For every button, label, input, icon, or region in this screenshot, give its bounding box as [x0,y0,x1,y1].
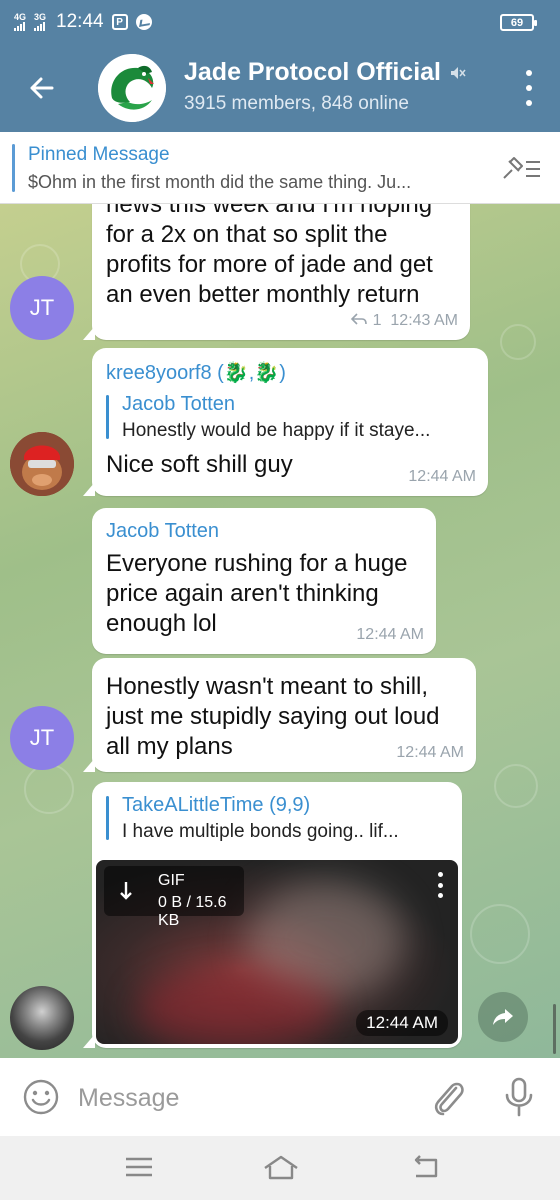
reply-quote[interactable]: Jacob Totten Honestly would be happy if … [106,393,472,442]
chat-header: Jade Protocol Official 3915 members, 848… [0,44,560,132]
gif-size: 0 B / 15.6 KB [158,894,227,929]
system-navigation-bar [0,1136,560,1200]
ape-avatar-icon [10,432,74,496]
pinned-text: $Ohm in the first month did the same thi… [28,172,412,192]
wallpaper-doodle [24,764,74,814]
reply-author: Jacob Totten [122,393,236,415]
clock: 12:44 [56,11,104,32]
pinned-message-bar[interactable]: Pinned Message $Ohm in the first month d… [0,132,560,204]
pin-list-icon[interactable] [500,152,544,184]
avatar[interactable] [10,432,74,496]
media-menu-icon[interactable] [436,872,444,898]
message-line: Honestly wasn't meant to shill, [106,673,429,700]
message-line: profits for more of jade and get [106,251,433,278]
signal-3g-icon: 3G [34,13,46,31]
message-time: 12:44 AM [356,1010,448,1036]
reply-snippet: I have multiple bonds going.. lif... [122,821,399,842]
message-time: 12:44 AM [408,468,476,485]
pinned-indicator [12,144,15,192]
status-bar: 4G 3G 12:44 P 69 [0,0,560,44]
avatar[interactable]: JT [10,276,74,340]
message-line: price again aren't thinking [106,580,379,607]
jade-dragon-logo-icon [98,54,166,122]
reply-snippet: Honestly would be happy if it staye... [122,420,431,441]
avatar[interactable]: JT [10,706,74,770]
gif-label: GIF [158,872,185,889]
more-options-icon[interactable] [524,70,534,106]
notification-p-icon: P [111,14,128,30]
avatar[interactable] [10,986,74,1050]
chat-area[interactable]: news this week and I'm hoping for a 2x o… [0,204,560,1058]
message-bubble[interactable]: news this week and I'm hoping for a 2x o… [83,204,470,340]
microphone-icon[interactable] [502,1076,536,1118]
message-composer [0,1058,560,1136]
reply-quote[interactable]: TakeALittleTime (9,9) I have multiple bo… [106,794,446,843]
gif-download-badge[interactable]: GIF 0 B / 15.6 KB [104,866,244,929]
sender-name[interactable]: TakeALittleTime (9,9) [122,794,446,817]
message-bubble[interactable]: Honestly wasn't meant to shill, just me … [83,658,476,772]
recent-apps-icon[interactable] [124,1156,154,1178]
muted-speaker-icon [451,66,466,79]
home-icon[interactable] [262,1152,300,1182]
battery-icon: 69 [500,14,537,31]
attach-paperclip-icon[interactable] [428,1076,468,1118]
message-bubble[interactable]: kree8yoorf8 (🐉,🐉) Jacob Totten Honestly … [83,348,488,496]
message-bubble[interactable]: Jacob Totten Everyone rushing for a huge… [92,508,436,654]
emoji-icon[interactable] [22,1078,60,1116]
wallpaper-doodle [500,324,536,360]
message-bubble[interactable]: TakeALittleTime (9,9) I have multiple bo… [83,782,462,1048]
sender-name[interactable]: kree8yoorf8 (🐉,🐉) [106,360,472,385]
share-button[interactable] [478,992,528,1042]
message-line: for a 2x on that so split the [106,221,388,248]
gif-media[interactable]: GIF 0 B / 15.6 KB 12:44 AM [96,860,458,1044]
message-time: 12:44 AM [396,744,464,761]
message-time: 12:43 AM [390,312,458,329]
messenger-icon [135,14,152,30]
back-arrow-icon[interactable] [22,68,62,108]
reply-count: 1 [372,312,382,329]
message-line: just me stupidly saying out loud [106,703,440,730]
wallpaper-doodle [470,904,530,964]
message-line: Everyone rushing for a huge [106,550,408,577]
reply-arrow-icon [351,313,367,325]
message-input[interactable] [78,1080,398,1116]
channel-avatar[interactable] [98,54,166,122]
channel-title[interactable]: Jade Protocol Official [184,58,467,87]
message-meta: 1 12:43 AM [350,312,458,330]
members-count: 3915 members, 848 online [184,93,409,114]
wallpaper-doodle [494,764,538,808]
scrollbar[interactable] [553,1004,556,1054]
pinned-title: Pinned Message [28,144,170,165]
message-line: an even better monthly return [106,281,420,308]
message-line: all my plans [106,733,233,760]
sender-name[interactable]: Jacob Totten [106,520,408,543]
back-nav-icon[interactable] [410,1154,442,1182]
share-arrow-icon [493,1009,513,1025]
download-arrow-icon [120,882,132,900]
message-time: 12:44 AM [356,626,424,643]
message-line: news this week and I'm hoping [106,204,433,218]
signal-4g-icon: 4G [14,13,26,31]
